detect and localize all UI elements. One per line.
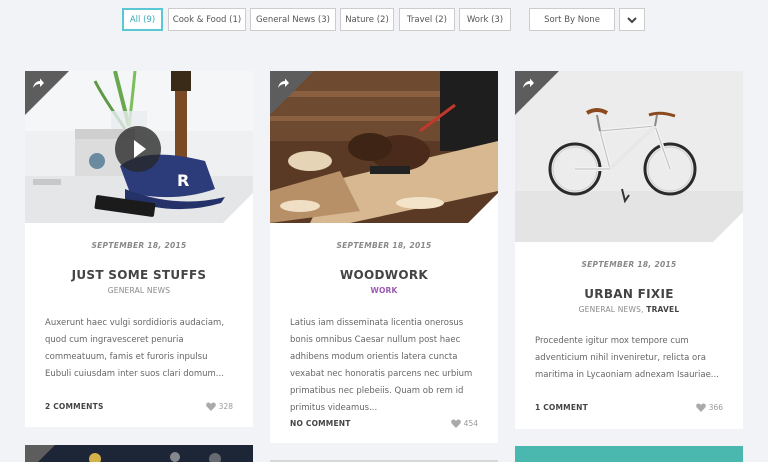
post-category: GENERAL NEWS, TRAVEL xyxy=(515,305,743,314)
filter-work[interactable]: Work (3) xyxy=(459,8,511,31)
post-card[interactable]: SEPTEMBER 18, 2015 URBAN FIXIE GENERAL N… xyxy=(515,71,743,429)
sort-select-label: Sort By None xyxy=(544,14,600,25)
likes-count: 366 xyxy=(708,403,723,412)
post-card[interactable]: R SEPTEMBER 18, 2015 JUST SOME STUFFS GE… xyxy=(25,71,253,427)
post-thumbnail[interactable] xyxy=(515,71,743,242)
comments-link[interactable]: 1 COMMENT xyxy=(535,403,588,412)
comments-link[interactable]: NO COMMENT xyxy=(290,419,351,428)
post-category: GENERAL NEWS xyxy=(25,286,253,295)
post-thumbnail[interactable]: R xyxy=(25,71,253,223)
filter-cook-food[interactable]: Cook & Food (1) xyxy=(168,8,246,31)
play-icon[interactable] xyxy=(115,126,161,172)
likes-counter[interactable]: 328 xyxy=(205,402,233,411)
filter-nature[interactable]: Nature (2) xyxy=(340,8,394,31)
post-category: WORK xyxy=(270,286,498,295)
likes-count: 454 xyxy=(463,419,478,428)
share-arrow-icon[interactable] xyxy=(521,77,535,91)
post-date: SEPTEMBER 18, 2015 xyxy=(336,241,432,250)
post-meta: SEPTEMBER 18, 2015 JUST SOME STUFFS GENE… xyxy=(25,241,253,295)
filter-work-label: Work (3) xyxy=(466,14,504,25)
category-link[interactable]: GENERAL NEWS, xyxy=(579,305,644,314)
filter-general-news[interactable]: General News (3) xyxy=(250,8,336,31)
post-excerpt: Auxerunt haec vulgi sordidioris audaciam… xyxy=(45,318,225,379)
post-thumbnail[interactable] xyxy=(270,71,498,223)
post-footer: NO COMMENT 454 xyxy=(290,419,478,428)
filter-travel[interactable]: Travel (2) xyxy=(399,8,455,31)
filter-all[interactable]: All (9) xyxy=(122,8,163,31)
filter-nature-label: Nature (2) xyxy=(345,14,389,25)
post-footer: 2 COMMENTS 328 xyxy=(45,402,233,411)
post-card[interactable] xyxy=(25,445,253,462)
post-date: SEPTEMBER 18, 2015 xyxy=(581,260,677,269)
category-link[interactable]: GENERAL NEWS xyxy=(108,286,170,295)
post-excerpt: Procedente igitur mox tempore cum advent… xyxy=(535,336,719,380)
heart-icon xyxy=(695,403,706,412)
filter-cook-label: Cook & Food (1) xyxy=(172,14,242,25)
heart-icon xyxy=(450,419,461,428)
thumbnail-cut-corner xyxy=(468,193,498,223)
sort-select[interactable]: Sort By None xyxy=(529,8,615,31)
post-meta: SEPTEMBER 18, 2015 WOODWORK WORK xyxy=(270,241,498,295)
post-footer: 1 COMMENT 366 xyxy=(535,403,723,412)
night-photo xyxy=(25,445,253,462)
svg-text:R: R xyxy=(177,171,189,190)
share-arrow-icon[interactable] xyxy=(31,77,45,91)
thumbnail-cut-corner xyxy=(713,212,743,242)
filter-all-label: All (9) xyxy=(129,14,156,25)
likes-count: 328 xyxy=(218,402,233,411)
post-title[interactable]: JUST SOME STUFFS xyxy=(25,268,253,282)
share-corner xyxy=(25,445,55,462)
post-date: SEPTEMBER 18, 2015 xyxy=(91,241,187,250)
filter-general-label: General News (3) xyxy=(256,14,330,25)
post-excerpt: Latius iam disseminata licentia onerosus… xyxy=(290,318,473,413)
category-link[interactable]: TRAVEL xyxy=(646,305,679,314)
chevron-down-icon xyxy=(627,16,637,23)
post-title[interactable]: WOODWORK xyxy=(270,268,498,282)
filter-travel-label: Travel (2) xyxy=(406,14,447,25)
category-link[interactable]: WORK xyxy=(370,286,397,295)
post-title[interactable]: URBAN FIXIE xyxy=(515,287,743,301)
post-card[interactable]: SEPTEMBER 18, 2015 WOODWORK WORK Latius … xyxy=(270,71,498,443)
heart-icon xyxy=(205,402,216,411)
share-arrow-icon[interactable] xyxy=(276,77,290,91)
post-meta: SEPTEMBER 18, 2015 URBAN FIXIE GENERAL N… xyxy=(515,260,743,314)
post-card[interactable] xyxy=(515,446,743,462)
thumbnail-cut-corner xyxy=(223,193,253,223)
sort-dropdown-button[interactable] xyxy=(619,8,645,31)
likes-counter[interactable]: 454 xyxy=(450,419,478,428)
likes-counter[interactable]: 366 xyxy=(695,403,723,412)
comments-link[interactable]: 2 COMMENTS xyxy=(45,402,104,411)
